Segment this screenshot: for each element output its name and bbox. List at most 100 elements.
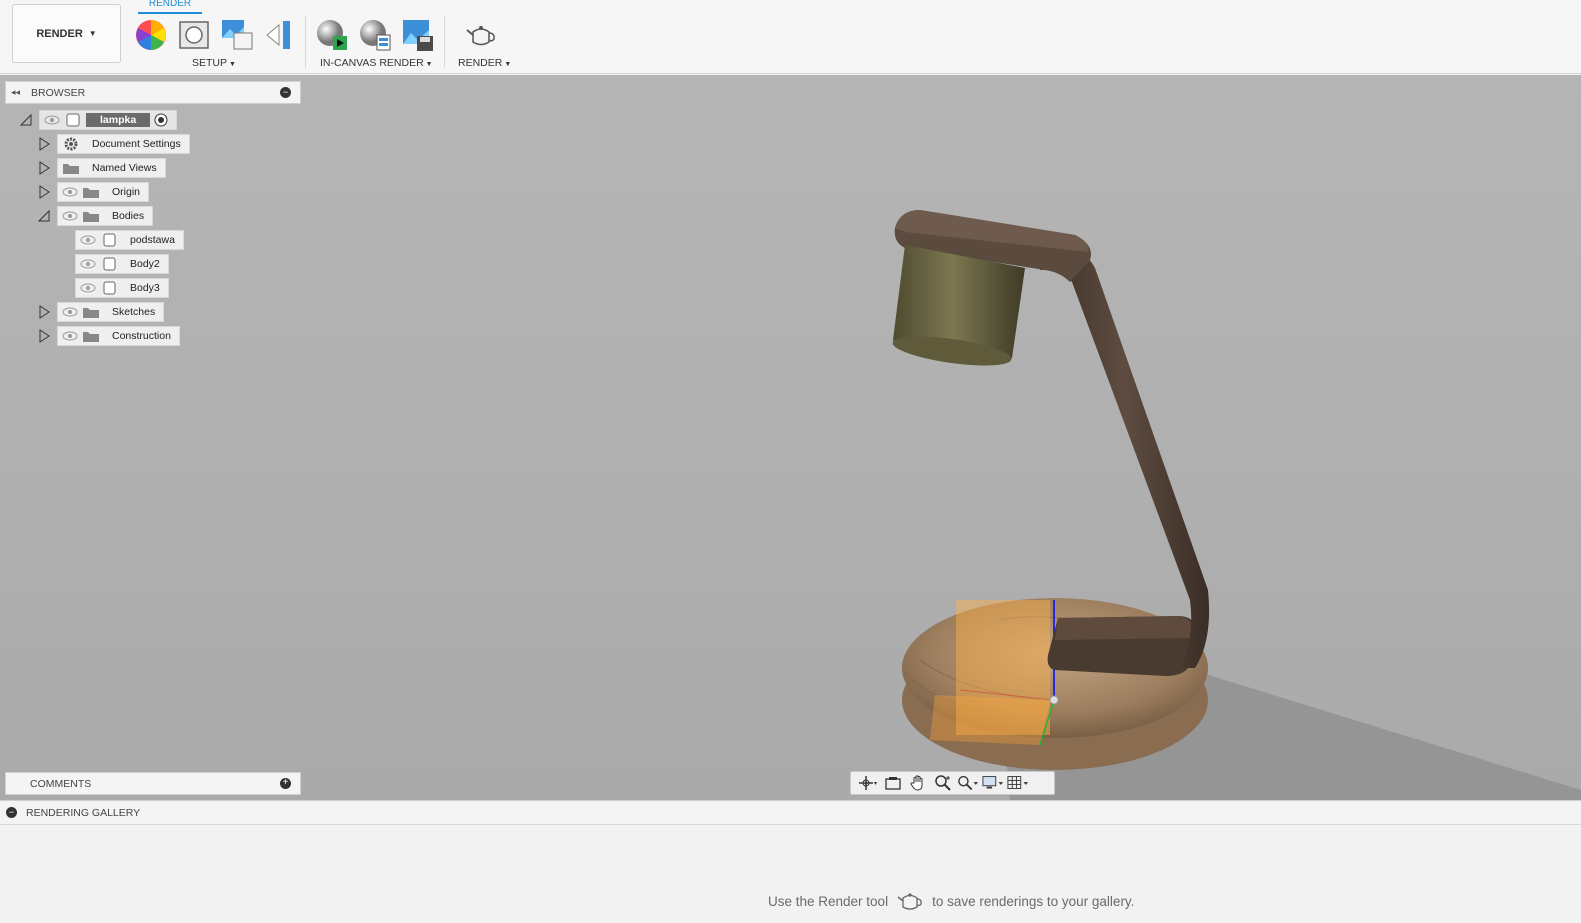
tab-render[interactable]: RENDER xyxy=(138,0,202,14)
expanded-triangle-icon[interactable] xyxy=(38,209,50,223)
group-divider xyxy=(305,16,306,68)
tree-label: Bodies xyxy=(112,210,145,222)
tree-row-body3[interactable]: Body3 xyxy=(75,278,169,298)
setup-group-label[interactable]: SETUP ▼ xyxy=(192,57,236,69)
eye-icon[interactable] xyxy=(62,187,78,197)
tree-row-bodies[interactable]: Bodies xyxy=(38,206,154,226)
tree-node-podstawa[interactable]: podstawa xyxy=(75,230,184,250)
tree-row-document-settings[interactable]: Document Settings xyxy=(38,134,190,154)
root-label: lampka xyxy=(86,113,151,127)
tree-label: Construction xyxy=(112,330,171,342)
chevron-down-icon: ▼ xyxy=(229,61,236,68)
folder-icon xyxy=(83,332,99,342)
activate-radio-icon[interactable] xyxy=(154,113,168,127)
in-canvas-render-icon[interactable] xyxy=(315,18,349,52)
folder-icon xyxy=(63,164,79,174)
in-canvas-settings-icon[interactable] xyxy=(358,18,392,52)
tree-row-origin[interactable]: Origin xyxy=(38,182,150,202)
capture-image-icon[interactable] xyxy=(401,18,435,52)
display-settings-icon[interactable] xyxy=(982,774,1004,792)
eye-icon[interactable] xyxy=(62,211,78,221)
orbit-icon[interactable] xyxy=(857,774,879,792)
decal-icon[interactable] xyxy=(263,18,297,52)
body-icon xyxy=(103,257,116,271)
tree-label: podstawa xyxy=(130,234,175,246)
eye-icon[interactable] xyxy=(62,331,78,341)
navigation-bar xyxy=(850,771,1055,795)
lamp-model-render xyxy=(892,210,1581,800)
tree-node-construction[interactable]: Construction xyxy=(57,326,180,346)
origin-point xyxy=(1049,695,1059,705)
grid-icon[interactable] xyxy=(1007,774,1029,792)
tree-label: Sketches xyxy=(112,306,156,318)
collapsed-triangle-icon[interactable] xyxy=(38,137,50,151)
eye-icon[interactable] xyxy=(80,259,96,269)
canvas-viewport[interactable] xyxy=(0,75,1581,800)
minimize-icon[interactable]: − xyxy=(6,807,17,818)
tree-row-named-views[interactable]: Named Views xyxy=(38,158,166,178)
comments-title: COMMENTS xyxy=(30,777,92,790)
tree-row-construction[interactable]: Construction xyxy=(38,326,180,346)
collapsed-triangle-icon[interactable] xyxy=(38,185,50,199)
collapsed-triangle-icon[interactable] xyxy=(38,329,50,343)
eye-icon[interactable] xyxy=(44,115,60,125)
tree-node-sketches[interactable]: Sketches xyxy=(57,302,165,322)
tree-node-named-views[interactable]: Named Views xyxy=(57,158,166,178)
tree-label: Origin xyxy=(112,186,141,198)
render-group-label[interactable]: RENDER ▼ xyxy=(458,57,511,69)
in-canvas-render-group-label[interactable]: IN-CANVAS RENDER ▼ xyxy=(320,57,433,69)
eye-icon[interactable] xyxy=(80,235,96,245)
eye-icon[interactable] xyxy=(62,307,78,317)
tree-node-body3[interactable]: Body3 xyxy=(75,278,169,298)
component-icon xyxy=(66,113,80,127)
tree-row-sketches[interactable]: Sketches xyxy=(38,302,165,322)
tree-node-origin[interactable]: Origin xyxy=(57,182,150,202)
body-icon xyxy=(103,281,116,295)
tree-label: Body3 xyxy=(130,282,160,294)
fit-zoom-icon[interactable] xyxy=(957,774,979,792)
rendering-gallery-header[interactable]: − RENDERING GALLERY xyxy=(0,800,1581,825)
render-teapot-icon[interactable] xyxy=(464,18,498,52)
group-divider xyxy=(444,16,445,68)
appearance-icon[interactable] xyxy=(134,18,168,52)
tree-node-document-settings[interactable]: Document Settings xyxy=(57,134,190,154)
tree-row-body2[interactable]: Body2 xyxy=(75,254,169,274)
gallery-hint-text-after: to save renderings to your gallery. xyxy=(932,893,1135,909)
gallery-hint-text-before: Use the Render tool xyxy=(768,893,889,909)
zoom-icon[interactable] xyxy=(932,774,954,792)
gallery-hint: Use the Render tool to save renderings t… xyxy=(768,890,1134,912)
chevron-down-icon: ▼ xyxy=(88,29,97,38)
minimize-icon[interactable]: − xyxy=(280,87,291,98)
workspace-label: RENDER xyxy=(36,27,83,40)
expanded-triangle-icon[interactable] xyxy=(20,113,32,127)
collapsed-triangle-icon[interactable] xyxy=(38,305,50,319)
tree-root-row[interactable]: lampka xyxy=(20,110,178,130)
gallery-title: RENDERING GALLERY xyxy=(26,806,141,819)
collapse-panel-icon[interactable]: ◂◂ xyxy=(11,87,29,98)
texture-map-icon[interactable] xyxy=(220,18,254,52)
tree-node-bodies[interactable]: Bodies xyxy=(57,206,154,226)
tree-label: Named Views xyxy=(92,162,157,174)
collapsed-triangle-icon[interactable] xyxy=(38,161,50,175)
eye-icon[interactable] xyxy=(80,283,96,293)
body-icon xyxy=(103,233,116,247)
tree-row-podstawa[interactable]: podstawa xyxy=(75,230,184,250)
ribbon-toolbar: RENDER ▼ RENDER SETUP ▼ IN-CANVAS RENDER… xyxy=(0,0,1581,74)
expand-icon[interactable]: + xyxy=(280,778,291,789)
folder-icon xyxy=(83,308,99,318)
tree-label: Body2 xyxy=(130,258,160,270)
folder-icon xyxy=(83,212,99,222)
tree-node-root[interactable]: lampka xyxy=(39,110,178,130)
browser-title: BROWSER xyxy=(31,86,86,99)
workspace-switcher-button[interactable]: RENDER ▼ xyxy=(12,4,121,63)
browser-panel-header[interactable]: ◂◂ BROWSER − xyxy=(5,81,301,104)
gear-icon xyxy=(64,137,78,151)
teapot-icon xyxy=(897,893,922,910)
pan-hand-icon[interactable] xyxy=(907,774,929,792)
tree-node-body2[interactable]: Body2 xyxy=(75,254,169,274)
comments-panel-header[interactable]: COMMENTS + xyxy=(5,772,301,795)
look-at-icon[interactable] xyxy=(882,774,904,792)
chevron-down-icon: ▼ xyxy=(425,61,433,68)
scene-settings-icon[interactable] xyxy=(177,18,211,52)
chevron-down-icon: ▼ xyxy=(504,61,512,68)
